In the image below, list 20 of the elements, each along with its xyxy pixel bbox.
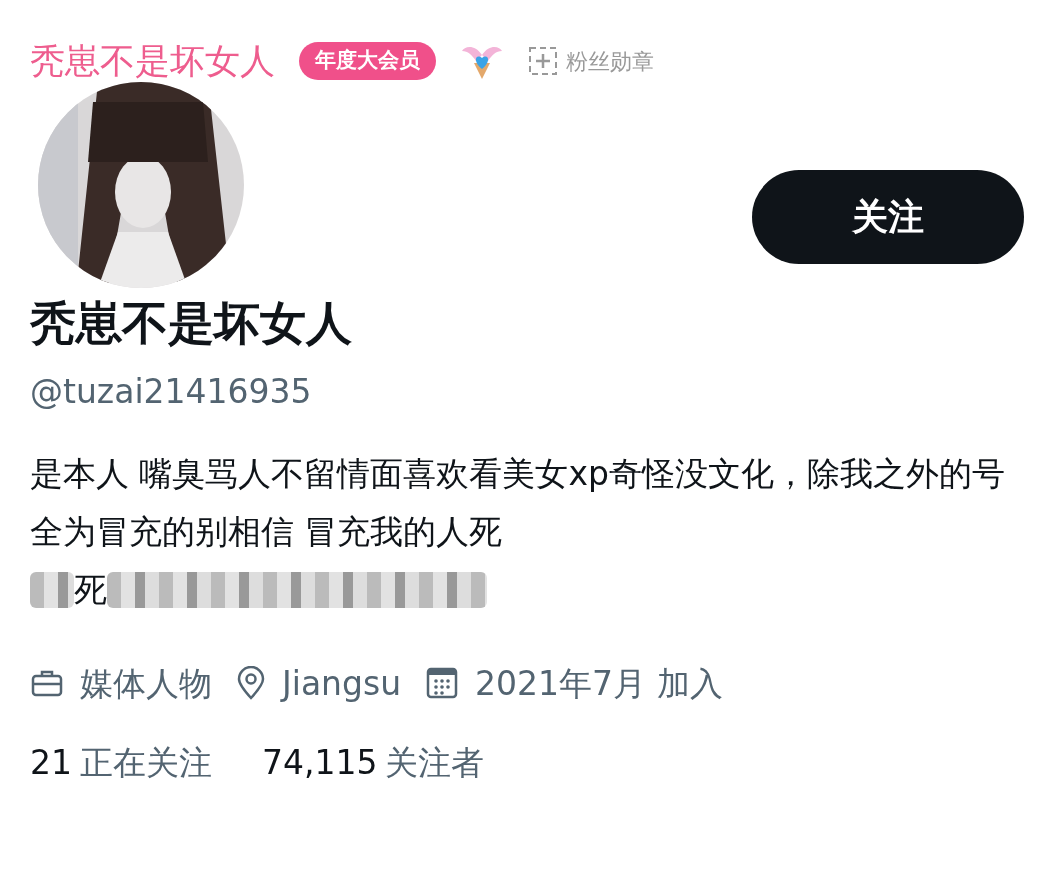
followers-count: 74,115 [262,742,378,785]
fan-medal-label: 粉丝勋章 [566,47,654,76]
username-handle: @tuzai21416935 [30,371,313,414]
location-text: Jiangsu [282,662,402,705]
follow-button[interactable]: 关注 [752,170,1024,264]
following-count: 21 [30,742,72,785]
briefcase-icon [30,668,64,699]
add-icon[interactable] [528,46,558,76]
following-label: 正在关注 [80,742,212,785]
display-name: 秃崽不是坏女人 [30,296,353,352]
bio-text: 是本人 嘴臭骂人不留情面喜欢看美女xp奇怪没文化，除我之外的号全为冒充的别相信 冒充我的人死 [30,452,1006,553]
weibo-username: 秃崽不是坏女人 [30,40,275,82]
followers-label: 关注者 [385,742,485,785]
member-badge: 年度大会员 [299,42,436,80]
join-date: 2021年7月 加入 [475,662,723,705]
calendar-icon [425,666,460,701]
category-text: 媒体人物 [80,662,212,705]
bio-fragment: 死 [74,568,107,611]
location-pin-icon [236,666,266,701]
redacted-text-mark [30,571,74,608]
